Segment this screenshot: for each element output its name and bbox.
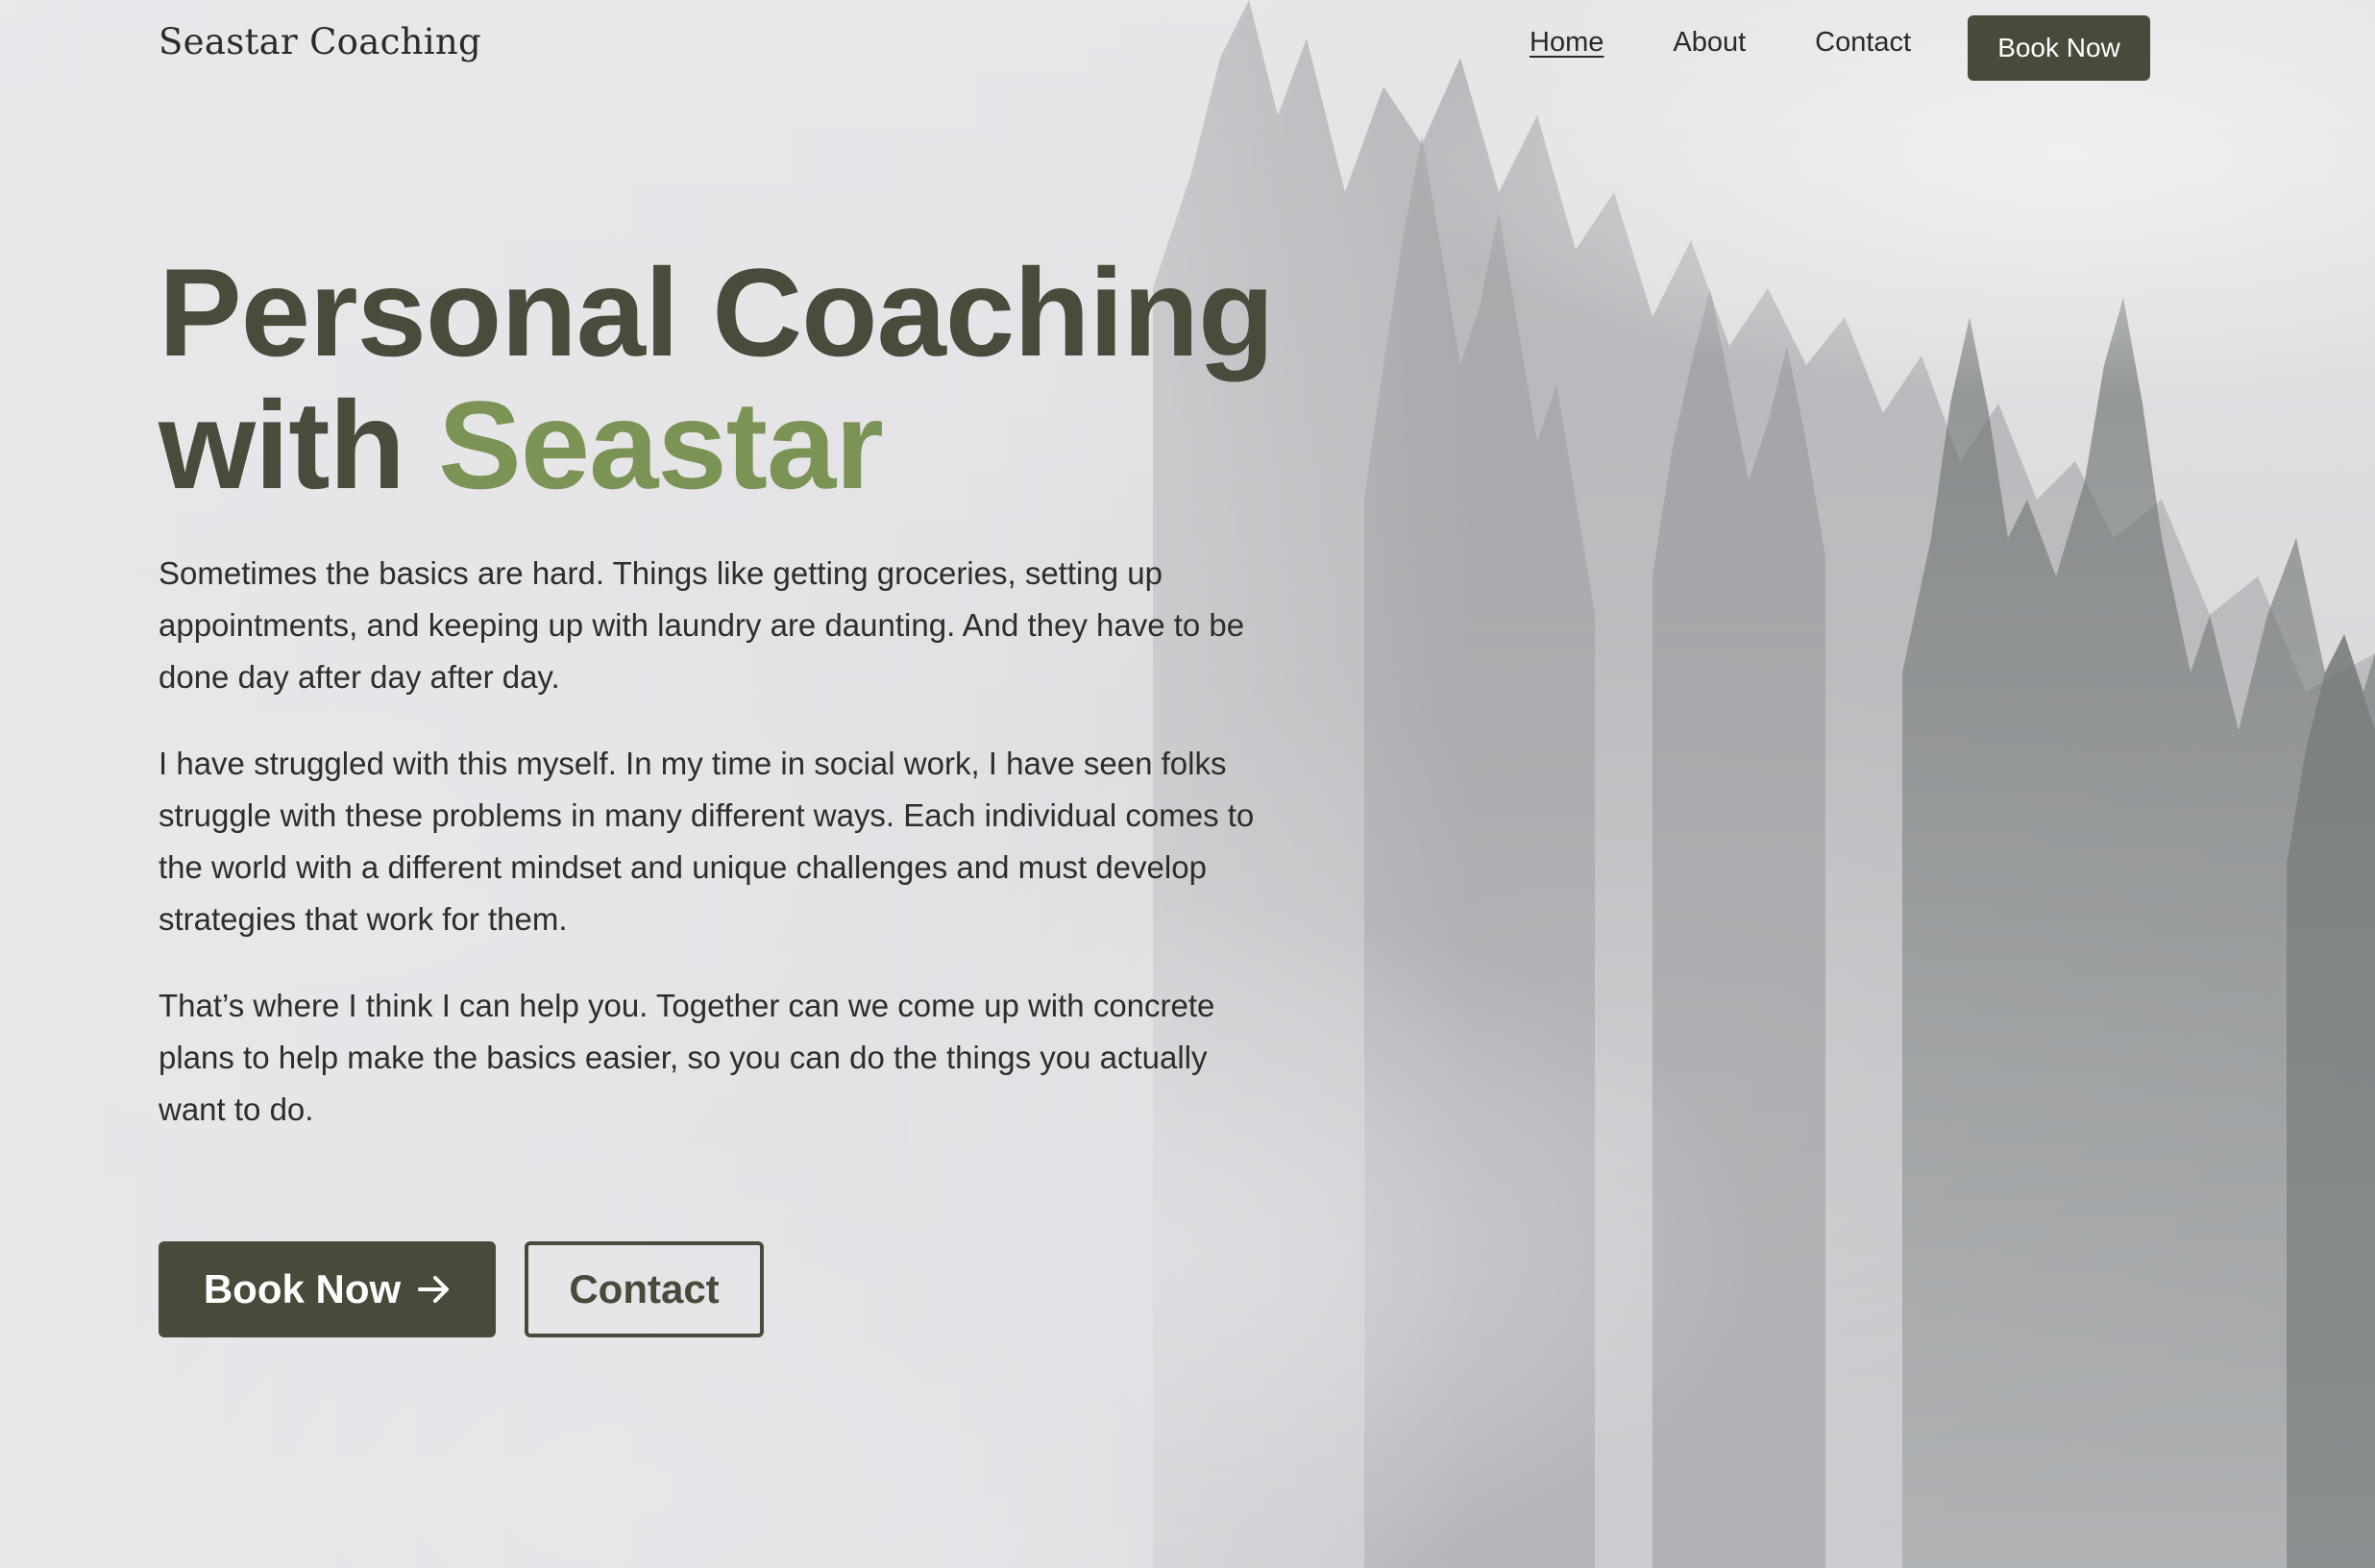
brand-logo-text[interactable]: Seastar Coaching	[159, 21, 481, 62]
hero-title-accent: Seastar	[438, 375, 884, 515]
hero-title-line1: Personal Coaching	[159, 242, 1274, 382]
arrow-right-icon	[418, 1275, 451, 1304]
hero-book-now-button[interactable]: Book Now	[159, 1241, 496, 1337]
hero-paragraph-3: That’s where I think I can help you. Tog…	[159, 988, 1215, 1127]
nav-link-home[interactable]: Home	[1530, 27, 1604, 59]
nav-link-about[interactable]: About	[1673, 27, 1746, 59]
hero-title-prefix: with	[159, 375, 405, 515]
header-book-now-button[interactable]: Book Now	[1968, 15, 2150, 81]
hero-button-row: Book Now Contact	[159, 1241, 764, 1337]
hero-paragraph-2: I have struggled with this myself. In my…	[159, 746, 1255, 937]
nav-link-contact[interactable]: Contact	[1815, 27, 1911, 59]
main-nav: Home About Contact	[1530, 27, 1911, 59]
hero-title: Personal Coaching with Seastar	[159, 246, 1274, 511]
hero-book-now-label: Book Now	[203, 1266, 402, 1311]
hero-contact-button[interactable]: Contact	[525, 1241, 764, 1337]
hero-copy: Sometimes the basics are hard. Things li…	[159, 548, 1263, 1170]
hero-paragraph-1: Sometimes the basics are hard. Things li…	[159, 555, 1245, 695]
site-header: Seastar Coaching Home About Contact Book…	[0, 0, 2375, 96]
